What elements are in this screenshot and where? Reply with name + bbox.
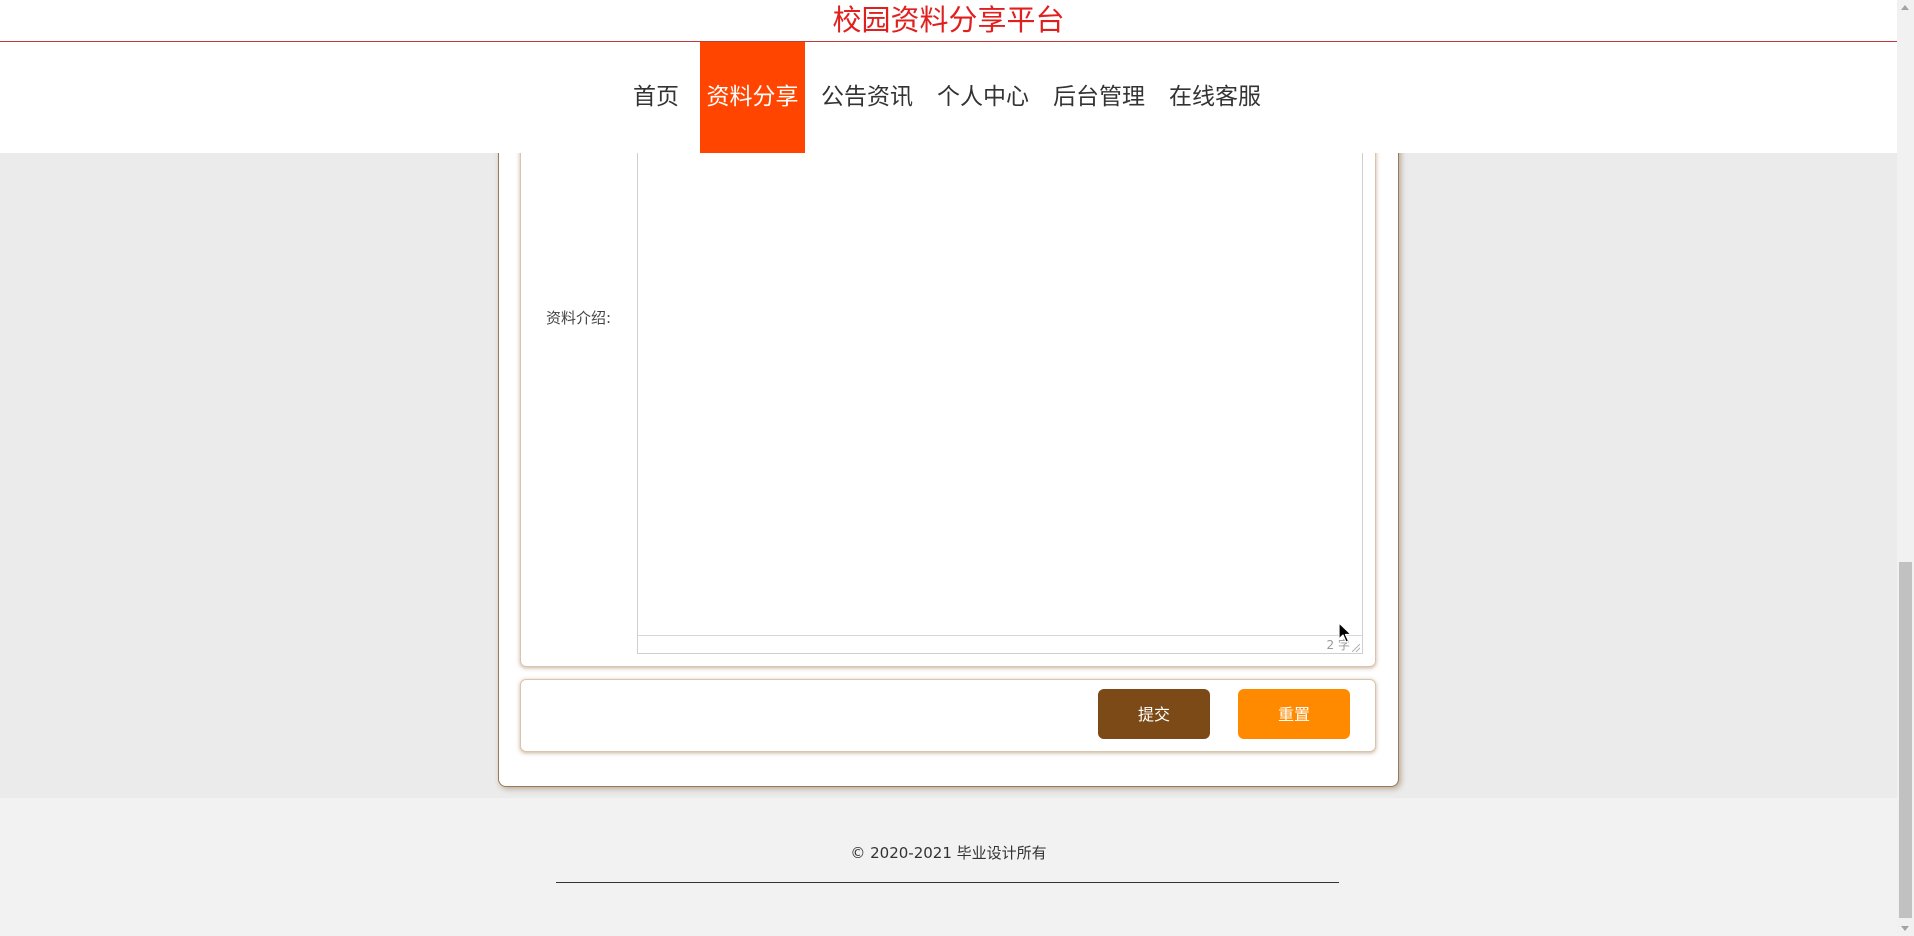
- editor-resize-handle[interactable]: [1352, 644, 1360, 652]
- nav-item-online-service[interactable]: 在线客服: [1167, 42, 1263, 153]
- nav-item-home[interactable]: 首页: [630, 42, 682, 153]
- scroll-up-arrow-icon[interactable]: [1901, 5, 1909, 10]
- intro-rich-text-editor: 2 字: [637, 130, 1363, 654]
- editor-status-bar: 2 字: [638, 635, 1362, 654]
- copyright-text: © 2020-2021 毕业设计所有: [850, 844, 1047, 862]
- submit-button[interactable]: 提交: [1098, 689, 1210, 739]
- scroll-down-arrow-icon[interactable]: [1901, 926, 1909, 931]
- site-header: 校园资料分享平台 首页 资料分享 公告资讯 个人中心 后台管理 在线客服: [0, 0, 1897, 153]
- nav-item-personal-center[interactable]: 个人中心: [935, 42, 1031, 153]
- intro-field-label: 资料介绍:: [546, 309, 612, 327]
- arrow-pointer-icon: [1338, 622, 1352, 643]
- main-nav: 首页 资料分享 公告资讯 个人中心 后台管理 在线客服: [0, 42, 1897, 153]
- reset-button[interactable]: 重置: [1238, 689, 1350, 739]
- page-scrollbar[interactable]: [1897, 0, 1914, 936]
- nav-item-announcements[interactable]: 公告资讯: [819, 42, 915, 153]
- scrollbar-thumb[interactable]: [1899, 562, 1912, 918]
- nav-item-admin[interactable]: 后台管理: [1051, 42, 1147, 153]
- site-footer: [0, 798, 1897, 936]
- intro-editor-area[interactable]: [638, 130, 1362, 635]
- footer-divider: [556, 882, 1339, 883]
- nav-item-resource-share[interactable]: 资料分享: [700, 42, 805, 153]
- site-title: 校园资料分享平台: [832, 3, 1065, 37]
